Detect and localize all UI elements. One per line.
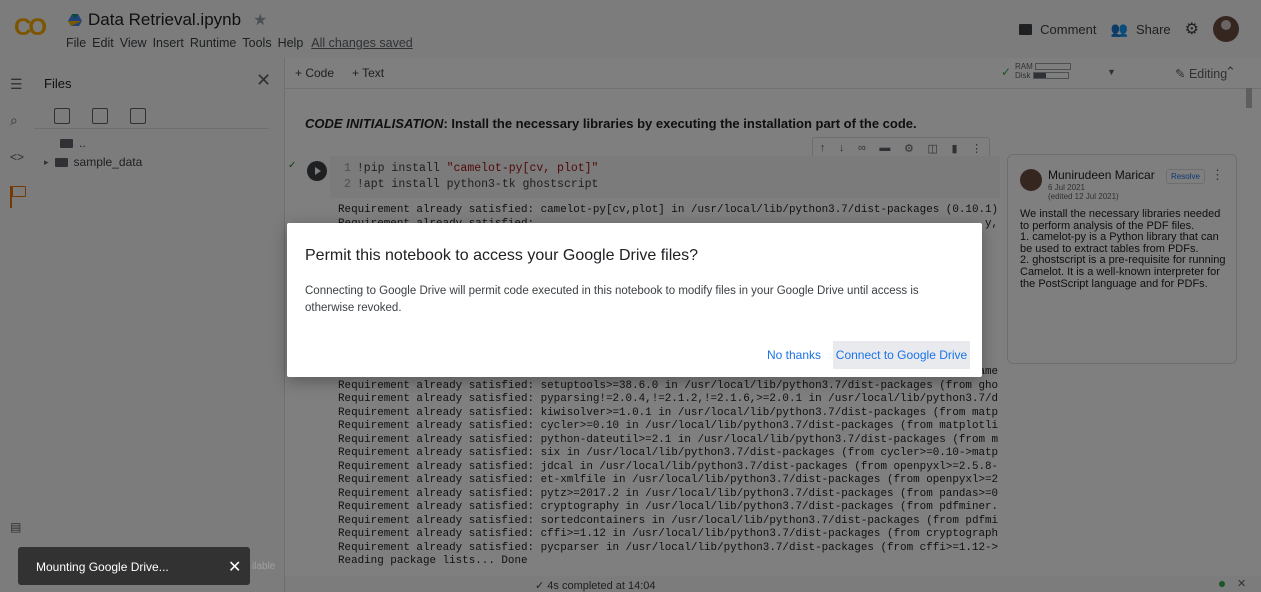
close-icon[interactable]: ✕ <box>228 557 241 577</box>
dialog-title: Permit this notebook to access your Goog… <box>305 247 699 264</box>
obscured-text: ilable <box>252 561 276 572</box>
toast-notification: Mounting Google Drive... ✕ <box>18 547 250 585</box>
toast-text: Mounting Google Drive... <box>36 560 169 574</box>
drive-permission-dialog: Permit this notebook to access your Goog… <box>287 223 982 377</box>
dialog-body: Connecting to Google Drive will permit c… <box>305 285 919 314</box>
no-thanks-button[interactable]: No thanks <box>767 348 821 362</box>
connect-to-drive-button[interactable]: Connect to Google Drive <box>833 341 970 369</box>
